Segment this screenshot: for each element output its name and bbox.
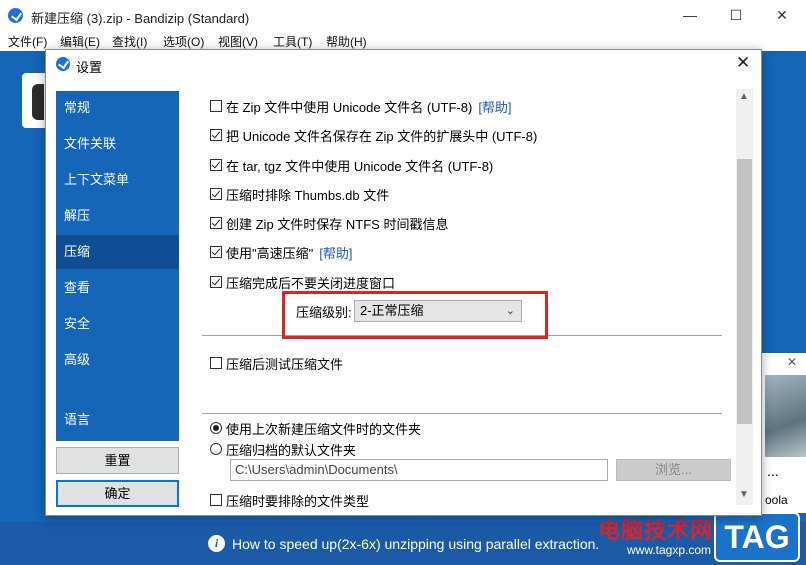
nav-item-advanced[interactable]: 高级 [56, 343, 179, 377]
settings-dialog: 设置 ✕ 常规 文件关联 上下文菜单 解压 压缩 查看 安全 高级 语言 重置 … [45, 49, 762, 516]
menu-bar: 文件(F) 编辑(E) 查找(I) 选项(O) 视图(V) 工具(T) 帮助(H… [0, 31, 806, 51]
radio-icon[interactable] [210, 443, 222, 455]
checkbox-checked-icon[interactable] [210, 188, 222, 200]
checkbox-checked-icon[interactable] [210, 217, 222, 229]
option-label: 把 Unicode 文件名保存在 Zip 文件的扩展头中 (UTF-8) [226, 128, 538, 144]
maximize-button[interactable]: ☐ [716, 2, 756, 28]
watermark-url: www.tagxp.com [627, 543, 712, 557]
checkbox-checked-icon[interactable] [210, 129, 222, 141]
radio-last-folder[interactable]: 使用上次新建压缩文件时的文件夹 [210, 419, 421, 437]
reset-button[interactable]: 重置 [56, 447, 179, 474]
option-exclude-thumbs[interactable]: 压缩时排除 Thumbs.db 文件 [210, 185, 389, 203]
option-label: 使用上次新建压缩文件时的文件夹 [226, 421, 422, 437]
help-link[interactable]: [帮助] [478, 97, 511, 116]
help-link[interactable]: [帮助] [319, 243, 352, 262]
menu-find[interactable]: 查找(I) [112, 33, 147, 50]
nav-item-view[interactable]: 查看 [56, 271, 179, 305]
scroll-down-icon[interactable]: ▼ [739, 489, 749, 500]
dialog-title-bar: 设置 ✕ [46, 50, 761, 78]
browse-button[interactable]: 浏览... [616, 459, 731, 481]
menu-help[interactable]: 帮助(H) [326, 33, 367, 50]
title-bar: 新建压缩 (3).zip - Bandizip (Standard) — ☐ ✕ [0, 0, 806, 31]
nav-item-context-menu[interactable]: 上下文菜单 [56, 163, 179, 197]
minimize-button[interactable]: — [670, 2, 710, 28]
option-label: 压缩完成后不要关闭进度窗口 [226, 275, 396, 291]
nav-item-language[interactable]: 语言 [56, 403, 179, 437]
checkbox-checked-icon[interactable] [210, 246, 222, 258]
checkbox-icon[interactable] [210, 100, 222, 112]
thumbnail-text: oola [765, 493, 788, 507]
dialog-close-button[interactable]: ✕ [736, 53, 750, 73]
info-icon: i [208, 535, 225, 552]
option-label: 压缩后测试压缩文件 [226, 356, 344, 372]
nav-item-extract[interactable]: 解压 [56, 199, 179, 233]
option-ntfs-timestamp[interactable]: 创建 Zip 文件时保存 NTFS 时间戳信息 [210, 214, 448, 232]
thumbnail-close-icon[interactable]: ✕ [787, 355, 797, 369]
scroll-up-icon[interactable]: ▲ [739, 91, 749, 102]
option-high-speed[interactable]: 使用"高速压缩" [帮助] [210, 243, 352, 261]
settings-app-icon [56, 57, 70, 71]
nav-item-security[interactable]: 安全 [56, 307, 179, 341]
ad-thumbnail[interactable]: ✕ ... oola [759, 353, 806, 513]
separator [202, 413, 722, 414]
ok-button[interactable]: 确定 [56, 480, 179, 507]
option-label: 在 tar, tgz 文件中使用 Unicode 文件名 (UTF-8) [226, 158, 494, 174]
radio-selected-icon[interactable] [210, 422, 222, 434]
checkbox-icon[interactable] [210, 357, 222, 369]
tip-link[interactable]: How to speed up(2x-6x) unzipping using p… [232, 536, 599, 552]
option-unicode-extra-header[interactable]: 把 Unicode 文件名保存在 Zip 文件的扩展头中 (UTF-8) [210, 126, 537, 144]
settings-scrollbar[interactable]: ▲ ▼ [736, 89, 753, 505]
option-tar-unicode[interactable]: 在 tar, tgz 文件中使用 Unicode 文件名 (UTF-8) [210, 156, 493, 174]
dialog-title: 设置 [76, 60, 103, 75]
scrollbar-thumb[interactable] [737, 159, 752, 424]
checkbox-checked-icon[interactable] [210, 276, 222, 288]
option-label: 使用"高速压缩" [226, 245, 314, 261]
thumbnail-image [765, 375, 806, 457]
menu-edit[interactable]: 编辑(E) [60, 33, 100, 50]
settings-nav: 常规 文件关联 上下文菜单 解压 压缩 查看 安全 高级 语言 [56, 91, 179, 441]
option-exclude-file-types[interactable]: 压缩时要排除的文件类型 [210, 491, 369, 509]
checkbox-checked-icon[interactable] [210, 159, 222, 171]
nav-item-file-association[interactable]: 文件关联 [56, 127, 179, 161]
highlight-box [282, 291, 548, 339]
thumbnail-dots: ... [767, 463, 779, 479]
default-folder-input[interactable]: C:\Users\admin\Documents\ [230, 459, 608, 481]
menu-tools[interactable]: 工具(T) [273, 33, 312, 50]
radio-default-folder[interactable]: 压缩归档的默认文件夹 [210, 440, 356, 458]
watermark-tag-logo: TAG [714, 512, 800, 562]
option-keep-progress-window[interactable]: 压缩完成后不要关闭进度窗口 [210, 273, 395, 291]
nav-item-general[interactable]: 常规 [56, 91, 179, 125]
key-icon [32, 84, 44, 120]
option-label: 压缩归档的默认文件夹 [226, 442, 357, 458]
option-label: 在 Zip 文件中使用 Unicode 文件名 (UTF-8) [226, 99, 473, 115]
checkbox-icon[interactable] [210, 494, 222, 506]
option-test-after-compress[interactable]: 压缩后测试压缩文件 [210, 354, 343, 372]
bandizip-app-icon [8, 8, 23, 23]
option-zip-unicode[interactable]: 在 Zip 文件中使用 Unicode 文件名 (UTF-8) [帮助] [210, 97, 512, 115]
option-label: 压缩时要排除的文件类型 [226, 493, 370, 509]
menu-file[interactable]: 文件(F) [8, 33, 47, 50]
option-label: 压缩时排除 Thumbs.db 文件 [226, 187, 390, 203]
window-title: 新建压缩 (3).zip - Bandizip (Standard) [31, 11, 250, 26]
watermark-site-name: 电脑技术网 [598, 518, 714, 543]
menu-view[interactable]: 视图(V) [218, 33, 258, 50]
option-label: 创建 Zip 文件时保存 NTFS 时间戳信息 [226, 216, 449, 232]
nav-item-compress[interactable]: 压缩 [56, 235, 179, 269]
menu-options[interactable]: 选项(O) [163, 33, 204, 50]
close-window-button[interactable]: ✕ [762, 2, 802, 28]
